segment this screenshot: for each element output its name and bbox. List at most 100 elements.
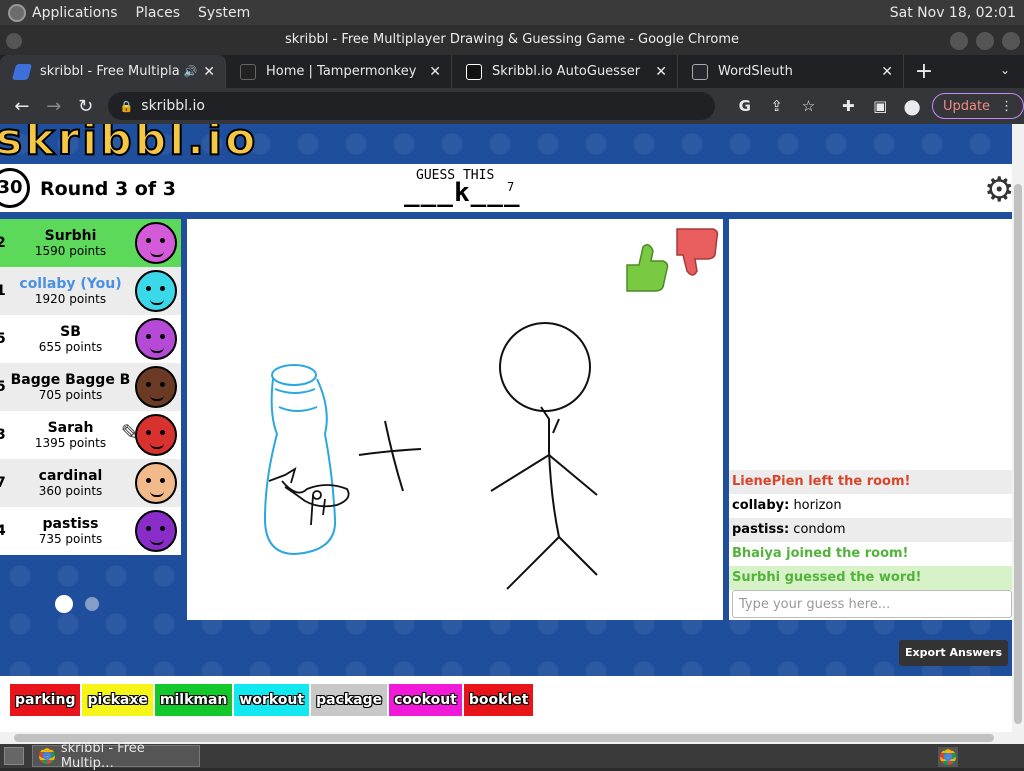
tab-strip: skribbl - Free Multiplaye 🔊 ✕ Home | Tam… bbox=[0, 55, 1024, 88]
pager-dot-active[interactable] bbox=[55, 595, 73, 613]
vertical-scrollbar[interactable] bbox=[1012, 124, 1024, 732]
settings-gear-icon[interactable]: ⚙ bbox=[984, 170, 1012, 210]
word-chip[interactable]: parking bbox=[10, 684, 81, 716]
close-tab-button[interactable]: ✕ bbox=[881, 64, 893, 80]
url-text: skribbl.io bbox=[141, 98, 205, 114]
audio-icon[interactable]: 🔊 bbox=[184, 65, 198, 78]
player-row[interactable]: 3 Sarah 1395 points ✎ bbox=[0, 411, 181, 459]
player-name: Bagge Bagge B bbox=[10, 372, 131, 388]
close-tab-button[interactable]: ✕ bbox=[203, 64, 215, 80]
player-avatar[interactable] bbox=[135, 462, 177, 504]
side-panel-icon[interactable]: ▣ bbox=[864, 97, 896, 115]
back-button[interactable]: ← bbox=[6, 96, 38, 117]
stick-figure-sketch bbox=[490, 322, 598, 590]
window-title-bar: skribbl - Free Multiplayer Drawing & Gue… bbox=[0, 25, 1024, 55]
player-row[interactable]: 1 collaby (You) 1920 points bbox=[0, 267, 181, 315]
chat-text: LienePien left the room! bbox=[732, 474, 911, 489]
minimize-button[interactable] bbox=[950, 32, 968, 50]
drawing-canvas[interactable] bbox=[187, 219, 723, 620]
guess-input[interactable] bbox=[732, 590, 1012, 618]
chat-text: horizon bbox=[789, 498, 842, 513]
word-chip[interactable]: booklet bbox=[463, 684, 534, 716]
thumbs-down-icon[interactable] bbox=[676, 228, 719, 276]
share-icon[interactable]: ⇪ bbox=[761, 97, 793, 115]
player-avatar[interactable] bbox=[135, 222, 177, 264]
pager-dot[interactable] bbox=[85, 597, 99, 611]
player-points: 1590 points bbox=[34, 244, 107, 258]
address-bar[interactable]: 🔒 skribbl.io bbox=[107, 92, 715, 120]
profile-avatar-icon[interactable]: ● bbox=[896, 94, 928, 118]
tab-autoguesser[interactable]: Skribbl.io AutoGuesser ✕ bbox=[452, 55, 678, 88]
close-tab-button[interactable]: ✕ bbox=[655, 64, 667, 80]
thumbs-up-icon[interactable] bbox=[626, 244, 669, 292]
player-name: pastiss bbox=[42, 516, 99, 532]
player-name: collaby (You) bbox=[19, 276, 122, 292]
extensions-icon[interactable]: ✚ bbox=[832, 97, 864, 115]
player-pager bbox=[55, 595, 99, 613]
forward-button[interactable]: → bbox=[38, 96, 70, 117]
close-tab-button[interactable]: ✕ bbox=[429, 64, 441, 80]
window-close-button[interactable] bbox=[1002, 32, 1020, 50]
word-chip[interactable]: workout bbox=[234, 684, 310, 716]
chat-message: collaby: horizon bbox=[729, 494, 1012, 518]
timer-value: 30 bbox=[0, 177, 23, 198]
window-menu-icon[interactable] bbox=[6, 33, 22, 49]
player-name: Surbhi bbox=[44, 228, 97, 244]
export-answers-button[interactable]: Export Answers bbox=[899, 640, 1008, 666]
menu-system[interactable]: System bbox=[198, 5, 250, 21]
player-info: collaby (You) 1920 points bbox=[6, 276, 135, 306]
update-button[interactable]: Update ⋮ bbox=[931, 93, 1024, 119]
player-avatar[interactable] bbox=[135, 366, 177, 408]
player-info: pastiss 735 points bbox=[6, 516, 135, 546]
chat-message: LienePien left the room! bbox=[729, 470, 1012, 494]
chat-text: Bhaiya joined the room! bbox=[732, 546, 909, 561]
player-name: Sarah bbox=[47, 420, 94, 436]
player-row[interactable]: 4 pastiss 735 points bbox=[0, 507, 181, 555]
player-avatar[interactable] bbox=[135, 318, 177, 360]
player-row[interactable]: 7 cardinal 360 points bbox=[0, 459, 181, 507]
chrome-icon bbox=[940, 749, 956, 765]
tab-wordsleuth[interactable]: WordSleuth ✕ bbox=[678, 55, 904, 88]
tab-search-icon[interactable]: ⌄ bbox=[1000, 63, 1010, 77]
word-chip[interactable]: cookout bbox=[389, 684, 462, 716]
tray-chrome-icon[interactable] bbox=[938, 747, 958, 767]
word-suggestions: parking pickaxe milkman workout package cooko… bbox=[10, 684, 534, 716]
page-viewport: skribbl.io 30 Round 3 of 3 GUESS THIS __… bbox=[0, 124, 1012, 732]
player-info: Surbhi 1590 points bbox=[6, 228, 135, 258]
player-row[interactable]: 5 Bagge Bagge B 705 points bbox=[0, 363, 181, 411]
system-clock[interactable]: Sat Nov 18, 02:01 bbox=[890, 5, 1016, 21]
menu-places[interactable]: Places bbox=[136, 5, 181, 21]
player-avatar[interactable] bbox=[135, 510, 177, 552]
player-avatar[interactable] bbox=[135, 270, 177, 312]
tab-tampermonkey[interactable]: Home | Tampermonkey ✕ bbox=[226, 55, 452, 88]
scroll-thumb[interactable] bbox=[1014, 184, 1022, 724]
show-desktop-icon[interactable] bbox=[4, 747, 24, 765]
reload-button[interactable]: ↻ bbox=[70, 96, 102, 117]
skribbl-pencil-icon bbox=[11, 63, 33, 80]
menu-applications[interactable]: Applications bbox=[32, 5, 118, 21]
player-points: 655 points bbox=[38, 340, 103, 354]
maximize-button[interactable] bbox=[976, 32, 994, 50]
new-tab-button[interactable]: + bbox=[904, 55, 944, 88]
taskbar-chrome-window[interactable]: skribbl - Free Multip… bbox=[32, 741, 200, 771]
tab-title: Home | Tampermonkey bbox=[266, 64, 417, 79]
hand-sketch bbox=[268, 467, 350, 526]
google-lens-icon[interactable]: G bbox=[729, 97, 761, 115]
tab-skribbl[interactable]: skribbl - Free Multiplaye 🔊 ✕ bbox=[0, 55, 226, 88]
player-avatar[interactable] bbox=[135, 414, 177, 456]
chat-message: Surbhi guessed the word! bbox=[729, 566, 1012, 590]
player-points: 1920 points bbox=[34, 292, 107, 306]
player-row[interactable]: 2 Surbhi 1590 points bbox=[0, 219, 181, 267]
player-name: cardinal bbox=[38, 468, 103, 484]
os-logo-icon[interactable] bbox=[8, 3, 26, 22]
word-chip[interactable]: pickaxe bbox=[82, 684, 153, 716]
player-info: Bagge Bagge B 705 points bbox=[6, 372, 135, 402]
chat-text: Surbhi guessed the word! bbox=[732, 570, 922, 585]
chrome-menu-icon[interactable]: ⋮ bbox=[1000, 99, 1013, 114]
player-row[interactable]: 5 SB 655 points bbox=[0, 315, 181, 363]
word-chip[interactable]: milkman bbox=[154, 684, 233, 716]
bookmark-star-icon[interactable]: ☆ bbox=[793, 97, 825, 115]
word-chip[interactable]: package bbox=[311, 684, 388, 716]
lock-icon[interactable]: 🔒 bbox=[120, 100, 134, 113]
player-points: 1395 points bbox=[34, 436, 107, 450]
